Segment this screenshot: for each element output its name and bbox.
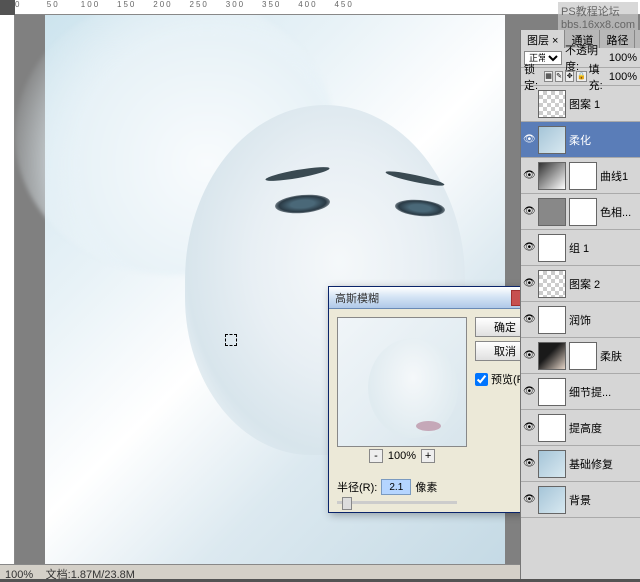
fill-value[interactable]: 100% [609,71,637,83]
layer-name[interactable]: 图案 2 [569,276,638,292]
layer-row[interactable]: 👁 润饰 [521,302,640,338]
layer-mask-thumbnail[interactable] [569,162,597,190]
layer-name[interactable]: 提高度 [569,420,638,436]
layer-thumbnail[interactable] [538,342,566,370]
zoom-value: 100% [388,450,416,462]
preview-checkbox[interactable] [475,373,488,386]
layer-row[interactable]: 👁 基础修复 [521,446,640,482]
visibility-icon[interactable]: 👁 [523,170,535,182]
layer-mask-thumbnail[interactable] [569,198,597,226]
visibility-icon[interactable]: 👁 [523,206,535,218]
layer-name[interactable]: 图案 1 [569,96,638,112]
ruler-horizontal [15,0,640,15]
layer-row[interactable]: 👁 背景 [521,482,640,518]
lock-transparency-icon[interactable]: ▦ [544,71,553,82]
gaussian-blur-dialog: 高斯模糊 ✕ - 100% + 确定 取消 预览(P) 半径(R): 像素 [328,286,546,513]
preview-box[interactable] [337,317,467,447]
layer-list: 图案 1👁柔化👁曲线1👁色相...👁组 1👁图案 2👁润饰👁柔肤👁细节提...👁… [521,86,640,518]
layer-thumbnail[interactable] [538,234,566,262]
preview-image [368,338,458,438]
zoom-in-button[interactable]: + [421,449,435,463]
opacity-value[interactable]: 100% [609,52,637,64]
dialog-titlebar[interactable]: 高斯模糊 ✕ [329,287,545,309]
selection-marquee[interactable] [225,334,237,346]
watermark-text: PS教程论坛 [561,3,635,19]
layer-row[interactable]: 👁 图案 2 [521,266,640,302]
layer-thumbnail[interactable] [538,126,566,154]
layer-name[interactable]: 柔化 [569,132,638,148]
lock-position-icon[interactable]: ✥ [565,71,574,82]
visibility-icon[interactable]: 👁 [523,494,535,506]
layer-name[interactable]: 组 1 [569,240,638,256]
layers-panel: 图层 × 通道 路径 正常 不透明度: 100% 锁定: ▦ ✎ ✥ 🔒 填充:… [520,30,640,579]
layer-mask-thumbnail[interactable] [538,306,566,334]
watermark: PS教程论坛 bbs.16xx8.com [558,2,638,32]
layer-row[interactable]: 👁 细节提... [521,374,640,410]
layer-row[interactable]: 👁 柔肤 [521,338,640,374]
radius-unit: 像素 [415,479,437,495]
visibility-icon[interactable] [523,98,535,110]
visibility-icon[interactable]: 👁 [523,422,535,434]
layer-thumbnail[interactable] [538,414,566,442]
radius-input[interactable] [381,479,411,495]
visibility-icon[interactable]: 👁 [523,350,535,362]
layer-name[interactable]: 润饰 [569,312,638,328]
layer-thumbnail[interactable] [538,486,566,514]
layer-name[interactable]: 基础修复 [569,456,638,472]
ruler-vertical [0,15,15,564]
visibility-icon[interactable]: 👁 [523,386,535,398]
layer-mask-thumbnail[interactable] [569,342,597,370]
lock-pixels-icon[interactable]: ✎ [555,71,564,82]
dialog-title: 高斯模糊 [335,290,379,306]
layer-row[interactable]: 👁 色相... [521,194,640,230]
zoom-out-button[interactable]: - [369,449,383,463]
fill-label: 填充: [589,61,607,93]
radius-label: 半径(R): [337,479,377,495]
layer-name[interactable]: 柔肤 [600,348,638,364]
radius-slider[interactable] [337,501,457,504]
layer-row[interactable]: 👁 组 1 [521,230,640,266]
visibility-icon[interactable]: 👁 [523,314,535,326]
layer-thumbnail[interactable] [538,270,566,298]
layer-name[interactable]: 细节提... [569,384,638,400]
doc-size: 文档:1.87M/23.8M [46,569,135,581]
zoom-level[interactable]: 100% [5,569,33,581]
lock-all-icon[interactable]: 🔒 [576,71,587,82]
visibility-icon[interactable]: 👁 [523,242,535,254]
tab-layers[interactable]: 图层 × [521,30,565,48]
lock-label: 锁定: [524,61,542,93]
layer-thumbnail[interactable] [538,162,566,190]
layer-thumbnail[interactable] [538,90,566,118]
layer-row[interactable]: 👁 柔化 [521,122,640,158]
visibility-icon[interactable]: 👁 [523,278,535,290]
layer-name[interactable]: 色相... [600,204,638,220]
layer-row[interactable]: 👁 提高度 [521,410,640,446]
layer-thumbnail[interactable] [538,378,566,406]
layer-name[interactable]: 曲线1 [600,168,638,184]
layer-thumbnail[interactable] [538,450,566,478]
layer-name[interactable]: 背景 [569,492,638,508]
layer-row[interactable]: 图案 1 [521,86,640,122]
visibility-icon[interactable]: 👁 [523,458,535,470]
layer-row[interactable]: 👁 曲线1 [521,158,640,194]
visibility-icon[interactable]: 👁 [523,134,535,146]
layer-thumbnail[interactable] [538,198,566,226]
preview-image [416,421,441,431]
